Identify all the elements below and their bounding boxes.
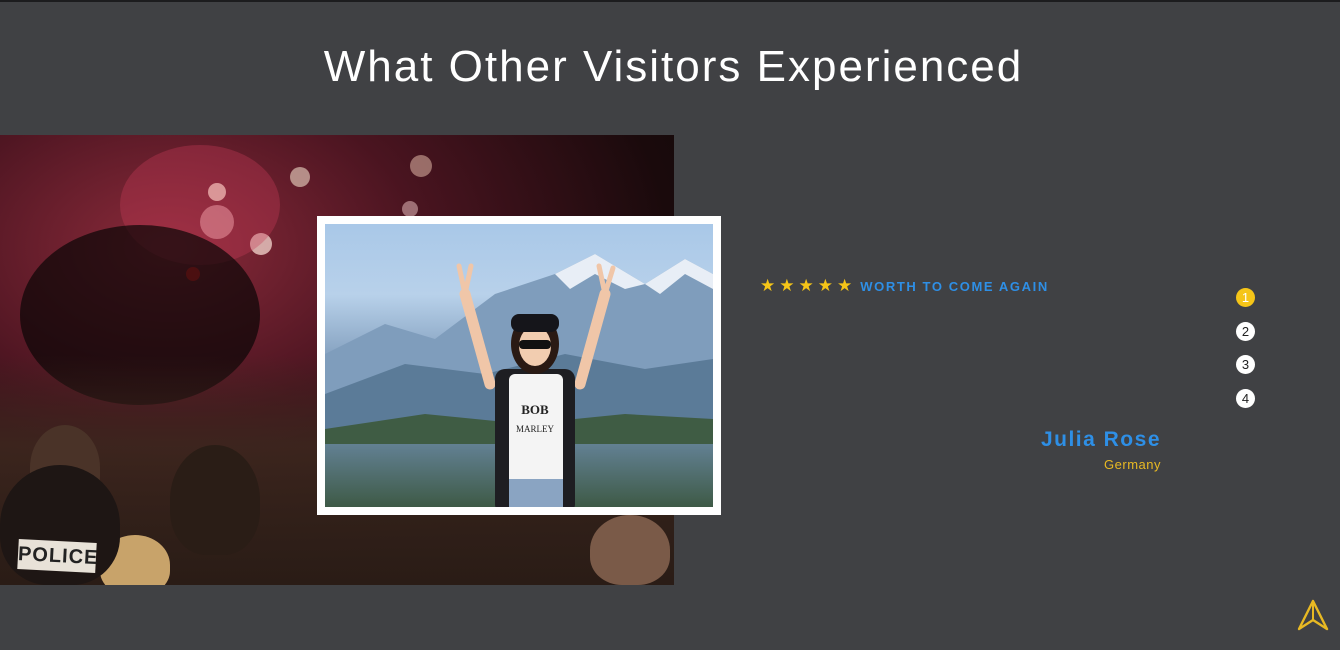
section-title: What Other Visitors Experienced: [323, 42, 1024, 91]
testimonial-headline: Worth to come again: [860, 278, 1049, 294]
star-icon: ★: [837, 276, 853, 295]
star-icon: ★: [760, 276, 776, 295]
svg-text:BOB: BOB: [521, 402, 549, 417]
testimonial-pager: 1 2 3 4: [1236, 288, 1256, 422]
star-icon: ★: [817, 276, 833, 295]
rating-row: ★ ★ ★ ★ ★ Worth to come again: [760, 277, 1049, 295]
pager-dot-4[interactable]: 4: [1236, 388, 1255, 408]
reviewer-country: Germany: [1104, 457, 1161, 472]
pager-dot-2[interactable]: 2: [1236, 321, 1255, 341]
star-icon: ★: [798, 276, 814, 295]
pager-dot-1[interactable]: 1: [1236, 288, 1255, 307]
svg-text:MARLEY: MARLEY: [516, 424, 555, 434]
star-icon: ★: [779, 276, 795, 295]
visitor-figure: BOB MARLEY: [456, 263, 616, 507]
visitor-photo-frame: BOB MARLEY: [317, 216, 721, 515]
reviewer-name: Julia Rose: [1040, 428, 1161, 451]
top-divider: [0, 0, 1340, 2]
police-badge: POLICE: [17, 538, 99, 574]
pager-dot-3[interactable]: 3: [1236, 355, 1255, 374]
navigation-arrow-icon[interactable]: [1296, 598, 1330, 632]
visitor-photo: BOB MARLEY: [325, 224, 713, 507]
